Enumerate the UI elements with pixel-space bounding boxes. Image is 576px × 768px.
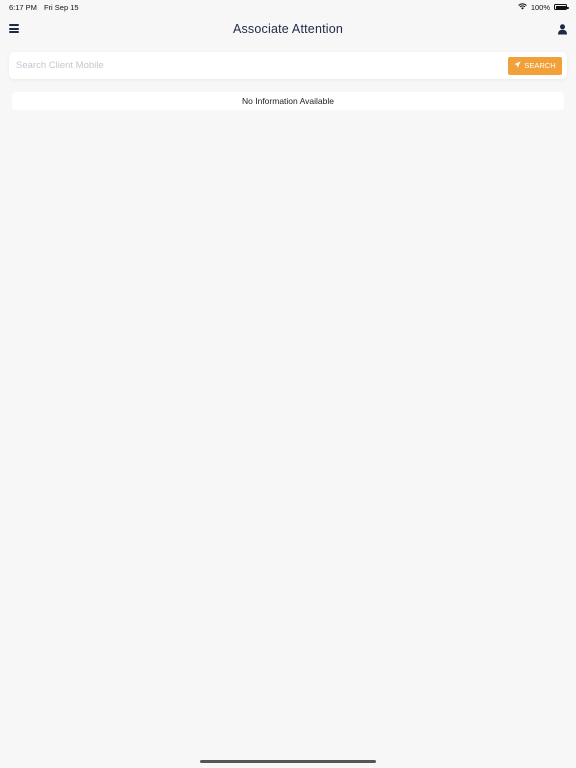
battery-fill (555, 5, 566, 9)
page-title: Associate Attention (232, 22, 344, 36)
send-icon (514, 61, 522, 70)
search-button-label: SEARCH (524, 61, 556, 70)
status-right: 100% (518, 2, 569, 12)
app-header: Associate Attention (0, 14, 576, 44)
status-date: Fri Sep 15 (43, 2, 79, 12)
empty-state-card: No Information Available (12, 92, 564, 110)
hamburger-menu-icon[interactable] (9, 24, 19, 33)
empty-state-message: No Information Available (242, 96, 334, 106)
home-indicator[interactable] (200, 760, 376, 763)
search-input[interactable] (9, 52, 508, 79)
status-left: 6:17 PM Fri Sep 15 (9, 3, 79, 12)
user-icon[interactable] (558, 22, 567, 35)
search-bar: SEARCH (9, 52, 567, 79)
battery-icon (554, 4, 569, 10)
status-bar: 6:17 PM Fri Sep 15 100% (0, 0, 576, 14)
battery-percent: 100% (530, 2, 550, 12)
wifi-icon (518, 3, 527, 12)
search-button[interactable]: SEARCH (508, 56, 562, 75)
app-screen: 6:17 PM Fri Sep 15 100% Associate Attent… (0, 0, 576, 768)
status-time: 6:17 PM (9, 2, 37, 12)
